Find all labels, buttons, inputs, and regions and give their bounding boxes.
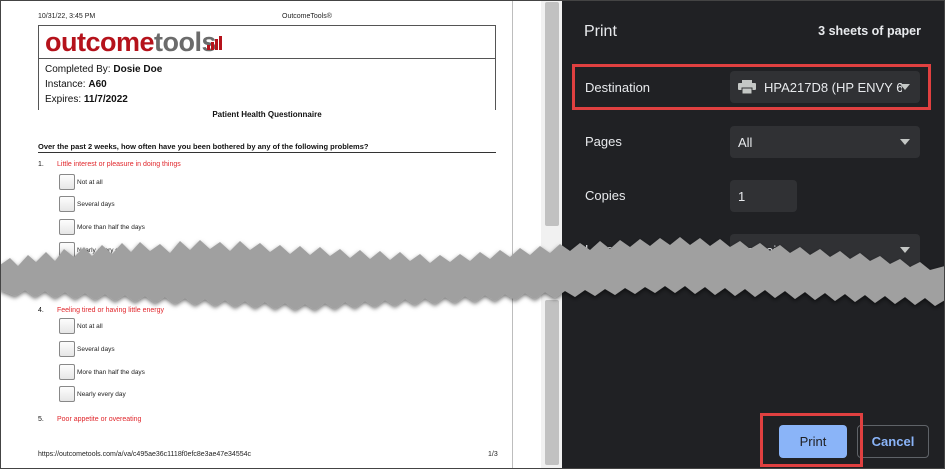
- checkbox-icon: [59, 341, 75, 357]
- preview-gutter: [513, 0, 541, 469]
- checkbox-icon: [59, 318, 75, 334]
- print-button[interactable]: Print: [779, 425, 847, 458]
- checkbox-icon: [59, 386, 75, 402]
- layout-label: Layout: [585, 242, 625, 257]
- checkbox-icon: [59, 174, 75, 190]
- printer-icon: [738, 80, 756, 94]
- answer-option: Nearly every day: [59, 242, 126, 258]
- pages-label: Pages: [585, 134, 622, 149]
- questionnaire-title: Patient Health Questionnaire: [212, 110, 322, 119]
- layout-value: Portrait: [738, 242, 780, 258]
- outcometools-logo: outcometools: [45, 27, 217, 57]
- cancel-button[interactable]: Cancel: [857, 425, 929, 458]
- expires: Expires: 11/7/2022: [45, 94, 128, 105]
- scrollbar-thumb[interactable]: [545, 2, 559, 226]
- answer-option: Several days: [59, 196, 115, 212]
- question-text: Poor appetite or overeating: [57, 416, 142, 423]
- question-number: 5.: [38, 416, 44, 423]
- questionnaire-intro: Over the past 2 weeks, how often have yo…: [38, 142, 369, 151]
- answer-option: Nearly every day: [59, 386, 126, 402]
- answer-option: More than half the days: [59, 219, 145, 235]
- copies-value: 1: [738, 188, 746, 204]
- page-footer-url: https://outcometools.com/a/va/c495ae36c1…: [38, 451, 252, 458]
- question-text: Feeling tired or having little energy: [57, 307, 165, 314]
- panel-title: Print: [584, 23, 617, 40]
- print-settings-panel: Print 3 sheets of paper Destination HPA2…: [562, 0, 945, 469]
- copies-label: Copies: [585, 188, 626, 203]
- page-header-datetime: 10/31/22, 3:45 PM: [38, 13, 96, 20]
- checkbox-icon: [59, 242, 75, 258]
- destination-value: HPA217D8 (HP ENVY 6000 series): [764, 79, 902, 95]
- answer-option: Not at all: [59, 174, 103, 190]
- sheet-count: 3 sheets of paper: [818, 24, 921, 38]
- question-number: 4.: [38, 307, 44, 314]
- answer-option: Several days: [59, 341, 115, 357]
- print-dialog-screenshot: 10/31/22, 3:45 PM OutcomeTools® outcomet…: [0, 0, 945, 469]
- intro-divider: [38, 152, 496, 153]
- copies-input[interactable]: 1: [730, 180, 797, 212]
- pages-value: All: [738, 134, 753, 150]
- answer-option: Not at all: [59, 318, 103, 334]
- checkbox-icon: [59, 364, 75, 380]
- checkbox-icon: [59, 219, 75, 235]
- chevron-down-icon: [900, 84, 910, 90]
- question-number: 1.: [38, 161, 44, 168]
- checkbox-icon: [59, 196, 75, 212]
- print-preview-pane[interactable]: 10/31/22, 3:45 PM OutcomeTools® outcomet…: [0, 0, 563, 469]
- scrollbar-thumb[interactable]: [545, 300, 559, 465]
- pages-select[interactable]: All: [730, 126, 920, 158]
- question-text: Little interest or pleasure in doing thi…: [57, 161, 181, 168]
- preview-page: 10/31/22, 3:45 PM OutcomeTools® outcomet…: [7, 0, 513, 469]
- chevron-down-icon: [900, 247, 910, 253]
- destination-label: Destination: [585, 80, 651, 95]
- chevron-down-icon: [900, 139, 910, 145]
- answer-option: More than half the days: [59, 364, 145, 380]
- completed-by: Completed By: Dosie Doe: [45, 64, 163, 75]
- destination-select[interactable]: HPA217D8 (HP ENVY 6000 series): [730, 71, 920, 103]
- logo-bars-icon: [207, 36, 223, 50]
- layout-select[interactable]: Portrait: [730, 234, 920, 266]
- page-header-site: OutcomeTools®: [282, 13, 332, 20]
- header-divider: [38, 58, 496, 59]
- instance: Instance: A60: [45, 79, 107, 90]
- page-footer-number: 1/3: [488, 451, 498, 458]
